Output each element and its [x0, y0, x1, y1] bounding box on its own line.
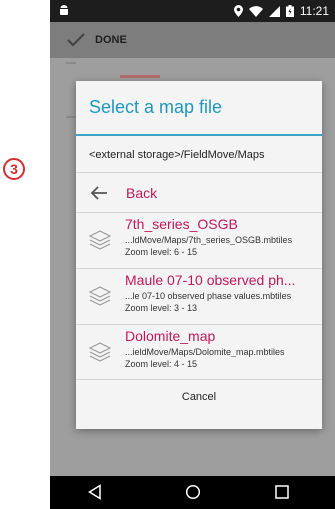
- cancel-button[interactable]: Cancel: [76, 379, 322, 419]
- back-arrow-icon: [90, 186, 107, 200]
- nav-recents-icon[interactable]: [274, 484, 290, 500]
- status-bar: 11:21: [50, 0, 335, 22]
- dialog-title: Select a map file: [89, 97, 223, 117]
- nav-back-icon[interactable]: [87, 484, 103, 500]
- file-path: ...ieldMove/Maps/Dolomite_map.mbtiles: [125, 347, 285, 357]
- screenshot-stage: 3 11:21 DONE Select a map file <external…: [0, 0, 335, 509]
- file-zoom-level: Zoom level: 4 - 15: [125, 359, 198, 369]
- map-file-item[interactable]: Dolomite_map ...ieldMove/Maps/Dolomite_m…: [76, 324, 322, 380]
- status-icons: 11:21: [233, 0, 329, 22]
- file-path: ...ldMove/Maps/7th_series_OSGB.mbtiles: [125, 235, 293, 245]
- file-name: 7th_series_OSGB: [125, 216, 238, 232]
- check-icon[interactable]: [66, 32, 86, 48]
- nav-home-icon[interactable]: [185, 484, 201, 500]
- file-zoom-level: Zoom level: 6 - 15: [125, 247, 198, 257]
- cancel-label: Cancel: [181, 391, 217, 403]
- layers-icon: [89, 286, 111, 306]
- done-button[interactable]: DONE: [95, 34, 127, 46]
- action-toolbar: DONE: [50, 22, 335, 58]
- background-text-fragment: [120, 75, 160, 78]
- file-path: ...le 07-10 observed phase values.mbtile…: [125, 291, 292, 301]
- file-name: Maule 07-10 observed ph...: [125, 272, 296, 288]
- back-row[interactable]: Back: [76, 172, 322, 212]
- android-icon: [60, 5, 68, 15]
- navigation-bar: [50, 476, 335, 509]
- status-time: 11:21: [299, 4, 329, 18]
- map-file-item[interactable]: Maule 07-10 observed ph... ...le 07-10 o…: [76, 268, 322, 324]
- file-zoom-level: Zoom level: 3 - 13: [125, 303, 198, 313]
- step-number: 3: [10, 161, 18, 177]
- map-file-item[interactable]: 7th_series_OSGB ...ldMove/Maps/7th_serie…: [76, 212, 322, 268]
- background-divider: [66, 62, 76, 64]
- signal-icon: [268, 5, 280, 17]
- step-callout: 3: [3, 158, 25, 180]
- current-path: <external storage>/FieldMove/Maps: [89, 149, 265, 161]
- background-divider: [66, 116, 76, 118]
- wifi-icon: [248, 5, 263, 17]
- back-label: Back: [126, 185, 158, 201]
- phone-screen: 11:21 DONE Select a map file <external s…: [50, 0, 335, 509]
- file-name: Dolomite_map: [125, 328, 216, 344]
- location-icon: [233, 5, 243, 17]
- select-map-file-dialog: Select a map file <external storage>/Fie…: [76, 81, 322, 429]
- layers-icon: [89, 230, 111, 250]
- battery-icon: [285, 5, 294, 17]
- layers-icon: [89, 342, 111, 362]
- title-divider: [76, 134, 322, 136]
